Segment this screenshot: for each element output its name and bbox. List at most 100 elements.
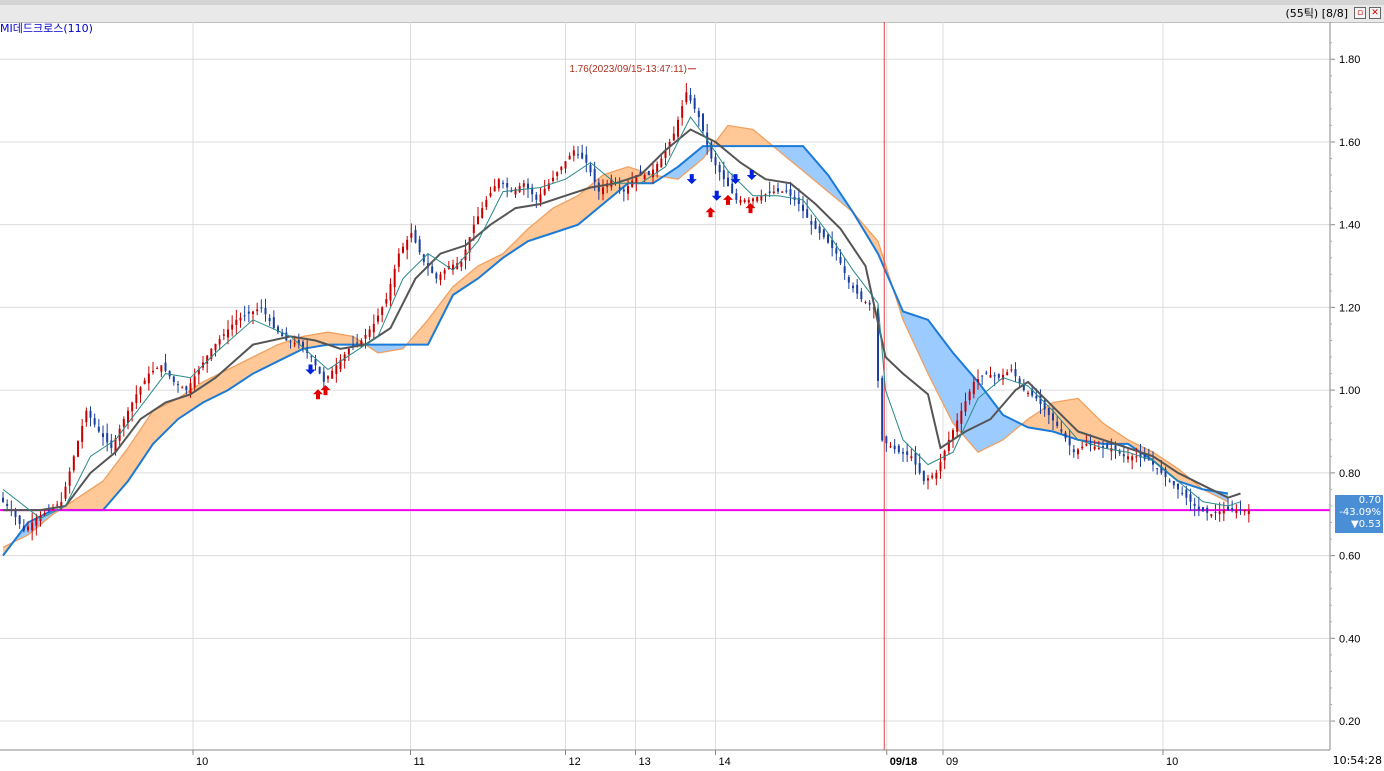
- y-axis-tick-label: 1.80: [1339, 54, 1360, 66]
- candle-body: [772, 191, 775, 193]
- candle-body: [952, 430, 954, 440]
- candle-body: [397, 253, 400, 267]
- indicator-label[interactable]: MI데드크로스(110): [0, 22, 93, 36]
- candle-body: [18, 515, 21, 524]
- candle-body: [31, 522, 34, 531]
- candle-body: [660, 158, 663, 168]
- candle-body: [735, 193, 738, 200]
- candle-body: [264, 307, 267, 315]
- candle-body: [481, 208, 484, 218]
- candle-body: [889, 446, 892, 448]
- candle-body: [581, 152, 584, 159]
- candle-body: [1127, 456, 1129, 460]
- candle-body: [227, 329, 229, 338]
- candle-body: [443, 270, 446, 274]
- candle-body: [235, 319, 238, 325]
- candle-body: [1214, 511, 1217, 513]
- candle-body: [543, 188, 546, 195]
- candle-body: [222, 334, 225, 336]
- candle-body: [1247, 510, 1250, 515]
- candle-body: [518, 186, 521, 193]
- candle-body: [985, 372, 988, 374]
- candle-body: [927, 478, 929, 481]
- buy-signal-arrow: [723, 194, 733, 205]
- candle-body: [1085, 443, 1088, 446]
- candle-body: [727, 177, 729, 187]
- candle-body: [1052, 413, 1054, 421]
- sell-signal-arrow: [686, 174, 697, 185]
- candle-body: [768, 191, 771, 193]
- candle-body: [77, 441, 79, 457]
- candle-body: [852, 285, 854, 289]
- candle-body: [377, 315, 379, 322]
- candle-body: [97, 426, 100, 432]
- candle-body: [677, 119, 679, 137]
- candle-body: [256, 309, 259, 312]
- candle-body: [910, 456, 913, 459]
- candle-body: [181, 387, 184, 389]
- candle-body: [1235, 510, 1238, 514]
- candle-body: [506, 183, 509, 188]
- candle-body: [535, 194, 538, 200]
- candle-body: [356, 342, 359, 344]
- candle-body: [835, 248, 838, 254]
- candle-body: [1122, 454, 1125, 457]
- candle-body: [43, 512, 46, 515]
- candle-body: [177, 384, 179, 386]
- candle-body: [493, 186, 496, 192]
- candle-body: [156, 368, 159, 370]
- x-axis-tick-label: 09/18: [890, 756, 918, 768]
- candle-body: [839, 256, 842, 264]
- candle-body: [1206, 507, 1209, 513]
- candle-body: [527, 183, 529, 189]
- candle-body: [502, 182, 504, 184]
- candle-body: [756, 197, 759, 202]
- candle-body: [810, 221, 813, 225]
- candle-body: [168, 370, 171, 377]
- candle-body: [1185, 489, 1188, 498]
- candle-body: [1010, 369, 1013, 371]
- price-chart[interactable]: 1.76(2023/09/15-13:47:11) 1.80 1.60 1.40 1.2…: [0, 0, 1384, 771]
- candle-body: [385, 299, 388, 304]
- candle-body: [1077, 449, 1079, 455]
- candle-body: [552, 177, 554, 182]
- candle-body: [327, 376, 329, 379]
- candle-body: [1014, 369, 1017, 377]
- y-axis-tick-label: 0.60: [1339, 551, 1360, 563]
- buy-signal-arrow: [745, 203, 756, 214]
- x-axis-tick-label: 13: [639, 756, 651, 768]
- candle-body: [693, 98, 696, 109]
- candle-body: [68, 471, 71, 486]
- cloud-bearish-area: [665, 146, 713, 180]
- candle-body: [918, 463, 921, 473]
- x-axis-tick-label: 14: [719, 756, 731, 768]
- candle-body: [956, 420, 959, 432]
- candle-body: [164, 362, 167, 371]
- candle-body: [93, 418, 96, 425]
- y-axis-tick-label: 1.40: [1339, 220, 1360, 232]
- last-price-low: ▼0.53: [1351, 519, 1381, 530]
- candle-body: [472, 224, 475, 233]
- candle-body: [1156, 468, 1159, 470]
- candle-body: [2, 497, 4, 502]
- candle-body: [752, 198, 754, 202]
- candle-body: [1218, 511, 1221, 515]
- candle-body: [602, 187, 604, 195]
- candle-body: [81, 425, 84, 442]
- candle-body: [372, 323, 375, 333]
- candle-body: [497, 179, 500, 189]
- candle-body: [714, 156, 717, 166]
- candle-body: [739, 199, 742, 203]
- candle-body: [131, 402, 134, 412]
- candle-body: [935, 472, 938, 479]
- candle-body: [485, 199, 488, 208]
- candle-body: [239, 317, 242, 321]
- y-axis-tick-label: 1.60: [1339, 137, 1360, 149]
- candle-body: [522, 183, 525, 187]
- candle-body: [647, 170, 650, 176]
- candle-body: [689, 95, 692, 101]
- candle-body: [406, 239, 409, 250]
- candle-body: [1081, 446, 1084, 449]
- buy-signal-arrow: [705, 207, 716, 218]
- candle-body: [368, 329, 371, 337]
